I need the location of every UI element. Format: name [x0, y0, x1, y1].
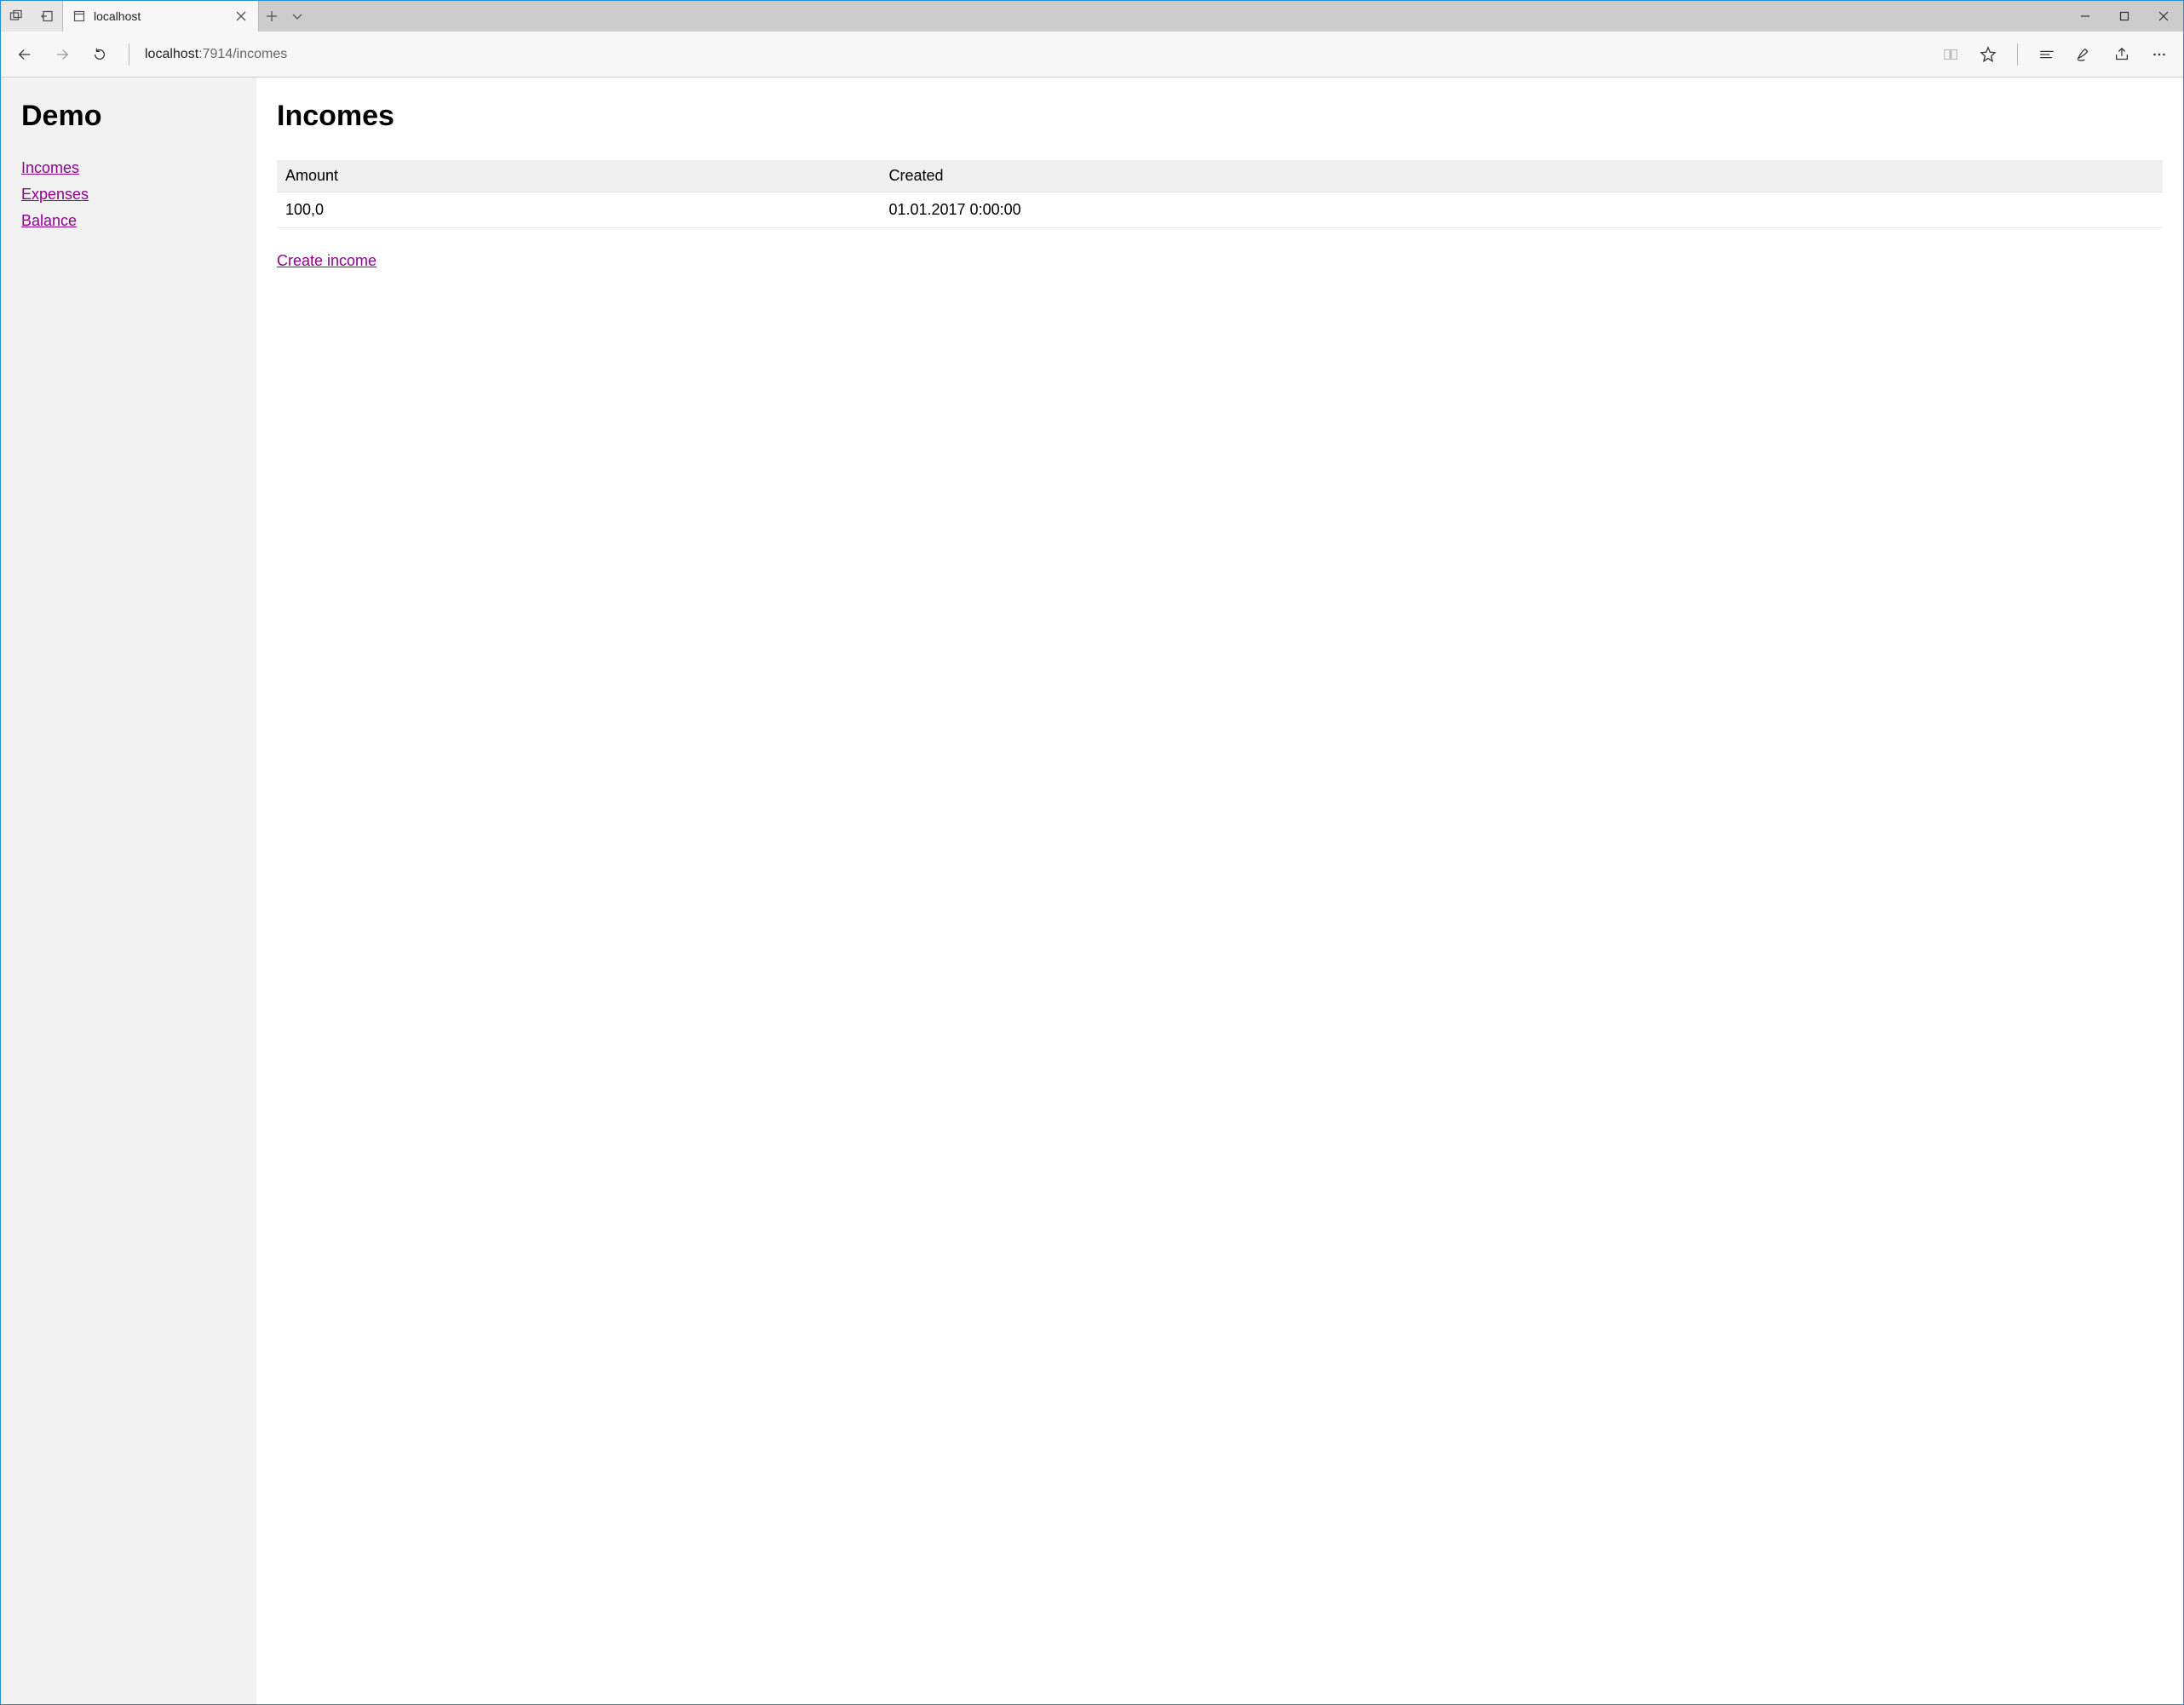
url-path: :7914/incomes — [198, 47, 287, 62]
create-income-link[interactable]: Create income — [277, 252, 376, 270]
browser-tab[interactable]: localhost — [63, 1, 259, 32]
tab-menu-button[interactable] — [284, 1, 310, 32]
tab-strip-tools — [1, 1, 63, 32]
toolbar-right — [1934, 37, 2176, 72]
browser-window: localhost — [0, 0, 2184, 1705]
separator — [2017, 43, 2018, 66]
share-button[interactable] — [2105, 37, 2139, 72]
tab-actions — [259, 1, 310, 32]
cell-created: 01.01.2017 0:00:00 — [880, 192, 2163, 228]
sidebar-link-incomes[interactable]: Incomes — [21, 157, 236, 180]
set-aside-tabs-button[interactable] — [32, 1, 62, 32]
notes-button[interactable] — [2067, 37, 2101, 72]
new-tab-button[interactable] — [259, 1, 284, 32]
tab-preview-button[interactable] — [1, 1, 32, 32]
page-body: Demo Incomes Expenses Balance Incomes Am… — [1, 78, 2183, 1704]
page-icon — [73, 10, 85, 22]
sidebar-link-balance[interactable]: Balance — [21, 210, 236, 232]
col-amount: Amount — [277, 160, 880, 192]
browser-toolbar: localhost:7914/incomes — [1, 32, 2183, 78]
col-created: Created — [880, 160, 2163, 192]
back-button[interactable] — [8, 37, 42, 72]
sidebar: Demo Incomes Expenses Balance — [1, 78, 256, 1704]
page-title: Incomes — [277, 100, 2163, 133]
table-header-row: Amount Created — [277, 160, 2163, 192]
more-button[interactable] — [2142, 37, 2176, 72]
window-maximize-button[interactable] — [2105, 1, 2144, 32]
address-bar[interactable]: localhost:7914/incomes — [141, 32, 1930, 77]
tab-strip: localhost — [1, 1, 2183, 32]
url-host: localhost — [145, 47, 198, 62]
sidebar-link-expenses[interactable]: Expenses — [21, 183, 236, 206]
cell-amount: 100,0 — [277, 192, 880, 228]
refresh-button[interactable] — [83, 37, 117, 72]
table-row: 100,0 01.01.2017 0:00:00 — [277, 192, 2163, 228]
incomes-table: Amount Created 100,0 01.01.2017 0:00:00 — [277, 160, 2163, 228]
sidebar-heading: Demo — [21, 100, 236, 133]
hub-button[interactable] — [2030, 37, 2064, 72]
window-controls — [2066, 1, 2183, 32]
main-content: Incomes Amount Created 100,0 01.01.2017 … — [256, 78, 2183, 1704]
tab-close-button[interactable] — [233, 8, 250, 25]
window-close-button[interactable] — [2144, 1, 2183, 32]
tab-title: localhost — [94, 9, 224, 23]
window-minimize-button[interactable] — [2066, 1, 2105, 32]
favorite-button[interactable] — [1971, 37, 2005, 72]
forward-button[interactable] — [45, 37, 79, 72]
reading-view-button[interactable] — [1934, 37, 1968, 72]
